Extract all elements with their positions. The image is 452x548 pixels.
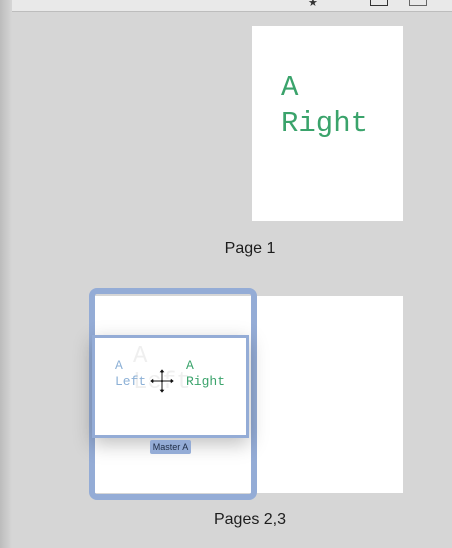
mini-right-label: Right [186, 374, 226, 389]
page-1-caption: Page 1 [224, 240, 276, 257]
mini-right-prefix: A [186, 358, 194, 373]
page-thumbnail-1[interactable]: A Right [252, 26, 403, 221]
master-badge: Master A [150, 440, 191, 454]
square-icon[interactable] [370, 0, 388, 6]
page-thumbnail-3[interactable] [252, 296, 403, 493]
top-toolbar-strip: ★ [0, 0, 452, 12]
sidebar-shadow [0, 0, 12, 548]
page-master-label: Right [281, 107, 369, 140]
mini-left-master: A Left [115, 358, 146, 390]
star-icon[interactable]: ★ [308, 0, 318, 9]
mini-left-label: Left [115, 374, 147, 389]
pages-2-3-caption: Pages 2,3 [213, 511, 287, 528]
square-icon[interactable] [409, 0, 427, 6]
mini-right-master: A Right [186, 358, 225, 390]
page-master-prefix: A [281, 71, 299, 104]
mini-left-prefix: A [115, 358, 123, 373]
move-cursor-icon [148, 367, 176, 395]
